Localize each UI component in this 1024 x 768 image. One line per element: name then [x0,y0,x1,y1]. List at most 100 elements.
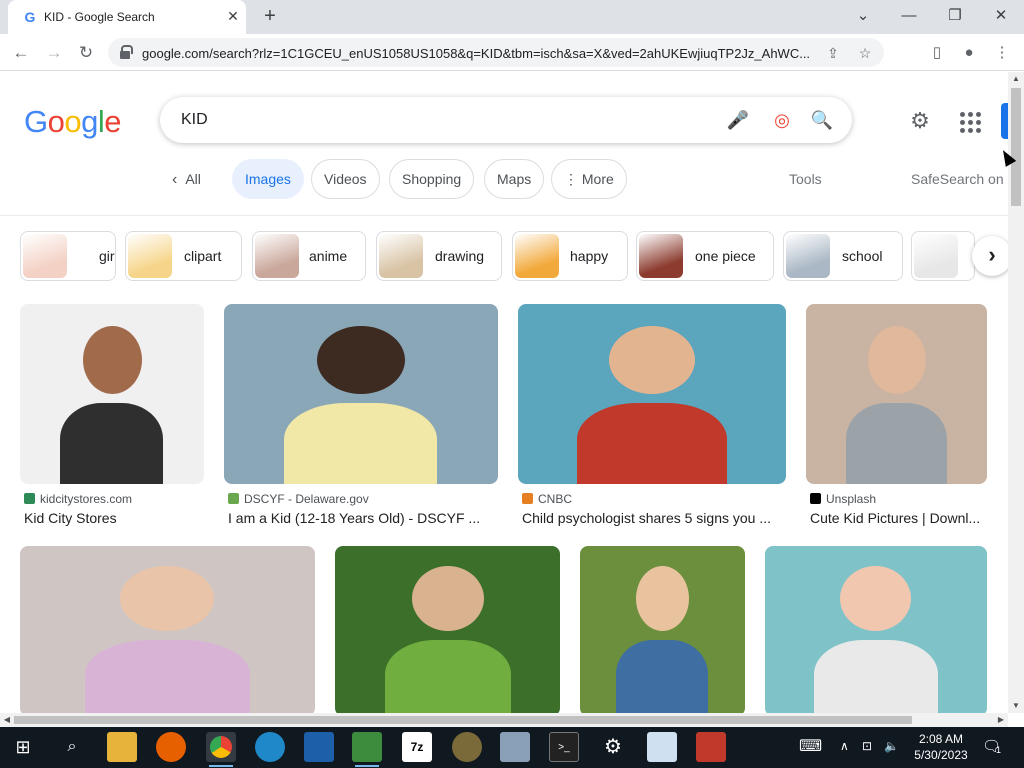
file-explorer-icon[interactable] [107,732,137,762]
safesearch-button[interactable]: SafeSearch on [911,159,1004,199]
browser-toolbar: ← → ↻ google.com/search?rlz=1C1GCEU_enUS… [0,34,1024,71]
profile-icon[interactable]: ● [956,40,982,66]
tab-shopping[interactable]: Shopping [389,159,475,199]
toolbox-icon[interactable] [696,732,726,762]
thumbnail-subject-body [284,403,437,484]
globe-tool-icon[interactable] [452,732,482,762]
result-thumbnail[interactable] [20,546,315,713]
chrome-icon[interactable] [206,732,236,767]
chip-thumbnail [255,234,299,278]
related-chip[interactable]: drawing [376,231,502,281]
volume-muted-icon[interactable]: 🔈 [884,739,899,753]
result-source[interactable]: CNBC [522,492,572,506]
result-title[interactable]: Kid City Stores [24,510,204,526]
search-input[interactable]: KID [181,111,208,129]
forward-button[interactable]: → [41,40,67,66]
result-source[interactable]: kidcitystores.com [24,492,132,506]
result-thumbnail[interactable] [335,546,560,713]
result-thumbnail[interactable] [765,546,987,713]
result-thumbnail[interactable] [224,304,498,484]
related-chip[interactable]: school [783,231,903,281]
account-button[interactable] [1001,103,1008,139]
result-source[interactable]: Unsplash [810,492,876,506]
scroll-up-arrow-icon[interactable]: ▲ [1008,72,1024,86]
bookmark-star-icon[interactable]: ☆ [854,42,876,64]
lens-camera-icon[interactable]: ◎ [769,107,795,133]
firefox-icon[interactable] [156,732,186,762]
taskbar-search-icon[interactable]: ⌕ [57,732,87,762]
horizontal-scrollbar[interactable]: ◀ ▶ [0,713,1008,727]
related-chip[interactable]: girl [20,231,116,281]
back-button[interactable]: ← [8,40,34,66]
source-name: Unsplash [826,492,877,506]
tray-chevron-up-icon[interactable]: ∧ [840,739,849,753]
thumbnail-subject-head [120,566,214,631]
lock-icon[interactable] [120,45,133,59]
tab-search-chevron-icon[interactable]: ⌄ [849,4,877,28]
reload-button[interactable]: ↻ [73,40,99,66]
result-thumbnail[interactable] [518,304,786,484]
7zip-icon[interactable]: 7z [402,732,432,762]
search-box[interactable]: KID 🎤 ◎ 🔍 [160,97,852,143]
result-title[interactable]: Cute Kid Pictures | Downl... [810,510,987,526]
network-tool-icon[interactable] [500,732,530,762]
search-icon[interactable]: 🔍 [809,107,835,133]
related-chip[interactable]: clipart [125,231,242,281]
chips-next-chevron-icon[interactable]: › [972,236,1012,276]
back-to-all-button[interactable]: ‹ All [172,159,201,199]
spreadsheet-app-icon[interactable] [352,732,382,767]
result-title[interactable]: Child psychologist shares 5 signs you ..… [522,510,786,526]
scroll-down-arrow-icon[interactable]: ▼ [1008,699,1024,713]
vertical-scrollbar[interactable]: ▲ ▼ [1008,72,1024,713]
url-text[interactable]: google.com/search?rlz=1C1GCEU_enUS1058US… [142,46,842,61]
result-title[interactable]: I am a Kid (12-18 Years Old) - DSCYF ... [228,510,498,526]
scroll-left-arrow-icon[interactable]: ◀ [0,713,14,727]
share-icon[interactable]: ⇪ [822,42,844,64]
result-source[interactable]: DSCYF - Delaware.gov [228,492,369,506]
google-apps-grid-icon[interactable] [958,110,982,134]
browser-tab[interactable]: G KID - Google Search ✕ [8,0,246,34]
tab-videos[interactable]: Videos [311,159,380,199]
tab-maps[interactable]: Maps [484,159,545,199]
tab-close-icon[interactable]: ✕ [224,7,242,25]
maximize-button[interactable]: ❐ [941,4,969,28]
tools-button[interactable]: Tools [789,159,822,199]
settings-app-icon[interactable]: ⚙ [598,732,628,762]
new-tab-button[interactable]: + [258,5,282,29]
scroll-right-arrow-icon[interactable]: ▶ [994,713,1008,727]
taskbar-clock[interactable]: 2:08 AM 5/30/2023 [910,731,972,763]
logo-letter: G [24,104,48,139]
edge-icon[interactable] [255,732,285,762]
clock-date: 5/30/2023 [914,748,968,762]
minimize-button[interactable]: — [895,4,923,28]
command-prompt-icon[interactable]: >_ [549,732,579,762]
tab-more[interactable]: ⋮ More [551,159,627,199]
related-chip[interactable]: happy [512,231,628,281]
related-chip[interactable]: one piece [636,231,774,281]
photos-icon[interactable] [304,732,334,762]
horizontal-scroll-thumb[interactable] [14,716,912,724]
result-thumbnail[interactable] [580,546,745,713]
windows-start-icon[interactable]: ⊞ [8,732,38,762]
microphone-icon[interactable]: 🎤 [725,107,751,133]
browser-menu-icon[interactable]: ⋮ [989,40,1015,66]
tab-images[interactable]: Images [232,159,304,199]
related-chip[interactable]: anime [252,231,366,281]
result-thumbnail[interactable] [20,304,204,484]
chip-thumbnail [379,234,423,278]
notification-count: 1 [996,745,1002,755]
tab-title: KID - Google Search [44,10,155,24]
result-thumbnail[interactable] [806,304,987,484]
network-icon[interactable]: ⊡ [862,739,872,753]
document-viewer-icon[interactable] [647,732,677,762]
keyboard-icon[interactable]: ⌨ [799,736,822,756]
google-logo[interactable]: Google [24,104,122,140]
settings-gear-icon[interactable]: ⚙ [906,107,934,135]
vertical-scroll-thumb[interactable] [1011,88,1021,206]
chip-thumbnail [914,234,958,278]
side-panel-icon[interactable]: ▯ [924,40,950,66]
related-chip[interactable] [911,231,975,281]
logo-letter: e [104,104,122,139]
address-bar[interactable]: google.com/search?rlz=1C1GCEU_enUS1058US… [108,38,884,67]
close-window-button[interactable]: ✕ [987,4,1015,28]
